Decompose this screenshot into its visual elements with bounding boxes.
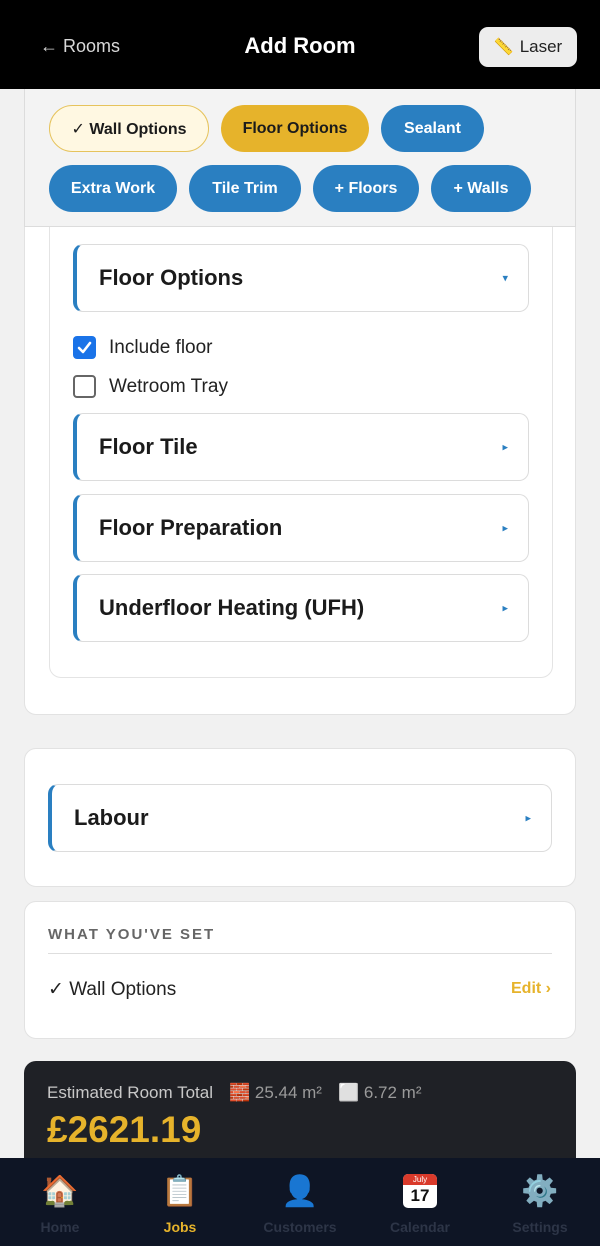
chevron-right-icon: ▸ <box>525 812 531 825</box>
person-icon: 👤 <box>281 1175 319 1208</box>
include-floor-checkbox-row[interactable]: Include floor <box>73 336 213 359</box>
nav-settings-label: Settings <box>512 1219 568 1235</box>
divider <box>48 953 552 954</box>
wetroom-tray-label: Wetroom Tray <box>109 375 228 397</box>
underfloor-heating-section[interactable]: Underfloor Heating (UFH) ▸ <box>73 574 529 642</box>
total-price: £2621.19 <box>47 1109 202 1150</box>
chip-tile-trim[interactable]: Tile Trim <box>189 165 301 212</box>
nav-home[interactable]: 🏠 Home <box>0 1158 120 1246</box>
nav-calendar-label: Calendar <box>390 1219 450 1235</box>
total-label: Estimated Room Total <box>47 1083 213 1102</box>
nav-calendar[interactable]: July 17 Calendar <box>360 1158 480 1246</box>
nav-jobs-label: Jobs <box>163 1219 197 1235</box>
room-total-card: Estimated Room Total 🧱 25.44 m² ⬜ 6.72 m… <box>24 1061 576 1171</box>
floor-tile-title: Floor Tile <box>99 434 198 459</box>
options-chip-bar: ✓ Wall Options Floor Options Sealant Ext… <box>24 89 576 227</box>
chevron-right-icon: ▸ <box>502 441 508 454</box>
wetroom-tray-checkbox-row[interactable]: Wetroom Tray <box>73 375 228 398</box>
ruler-icon: 📏 <box>493 39 514 56</box>
chip-wall-options[interactable]: ✓ Wall Options <box>49 105 209 152</box>
floor-preparation-section[interactable]: Floor Preparation ▸ <box>73 494 529 562</box>
home-icon: 🏠 <box>41 1175 79 1208</box>
laser-button-label: Laser <box>519 37 563 56</box>
floor-tile-section[interactable]: Floor Tile ▸ <box>73 413 529 481</box>
floor-options-card: Floor Options ▾ Include floor Wetroom Tr… <box>24 227 576 715</box>
labour-section[interactable]: Labour ▸ <box>48 784 552 852</box>
nav-jobs[interactable]: 📋 Jobs <box>120 1158 240 1246</box>
floor-options-header[interactable]: Floor Options ▾ <box>73 244 529 312</box>
bottom-navigation: 🏠 Home 📋 Jobs 👤 Customers July 17 Calend… <box>0 1158 600 1246</box>
include-floor-label: Include floor <box>109 336 213 358</box>
chip-add-floors[interactable]: + Floors <box>313 165 419 212</box>
summary-card: WHAT YOU'VE SET ✓ Wall Options Edit › <box>24 901 576 1039</box>
floor-area-value: ⬜ 6.72 m² <box>337 1083 422 1102</box>
include-floor-checkbox[interactable] <box>73 336 96 359</box>
chevron-right-icon: ▸ <box>502 522 508 535</box>
calendar-day: 17 <box>410 1186 430 1205</box>
nav-customers-label: Customers <box>263 1219 337 1235</box>
calendar-month: July <box>403 1174 437 1185</box>
chip-floor-options[interactable]: Floor Options <box>221 105 369 152</box>
total-label-row: Estimated Room Total 🧱 25.44 m² ⬜ 6.72 m… <box>47 1083 422 1103</box>
chip-add-walls[interactable]: + Walls <box>431 165 531 212</box>
labour-title: Labour <box>74 805 149 830</box>
chevron-right-icon: ▸ <box>502 602 508 615</box>
wetroom-tray-checkbox[interactable] <box>73 375 96 398</box>
wall-area-value: 🧱 25.44 m² <box>228 1083 322 1102</box>
floor-options-title: Floor Options <box>99 265 244 290</box>
nav-customers[interactable]: 👤 Customers <box>240 1158 360 1246</box>
clipboard-icon: 📋 <box>161 1175 199 1208</box>
labour-card: Labour ▸ <box>24 748 576 887</box>
calendar-icon: July 17 <box>403 1174 437 1210</box>
floor-preparation-title: Floor Preparation <box>99 515 283 540</box>
gear-icon: ⚙️ <box>521 1175 559 1208</box>
nav-home-label: Home <box>40 1219 80 1235</box>
summary-item-label: ✓ Wall Options <box>48 979 177 1000</box>
underfloor-heating-title: Underfloor Heating (UFH) <box>99 595 365 620</box>
chip-sealant[interactable]: Sealant <box>381 105 484 152</box>
top-app-bar: ← Rooms Add Room 📏 Laser <box>0 0 600 89</box>
summary-heading: WHAT YOU'VE SET <box>48 926 216 943</box>
chip-extra-work[interactable]: Extra Work <box>49 165 177 212</box>
chevron-down-icon: ▾ <box>502 272 508 285</box>
nav-settings[interactable]: ⚙️ Settings <box>480 1158 600 1246</box>
edit-wall-options-link[interactable]: Edit › <box>511 980 551 998</box>
laser-button[interactable]: 📏 Laser <box>479 27 577 67</box>
